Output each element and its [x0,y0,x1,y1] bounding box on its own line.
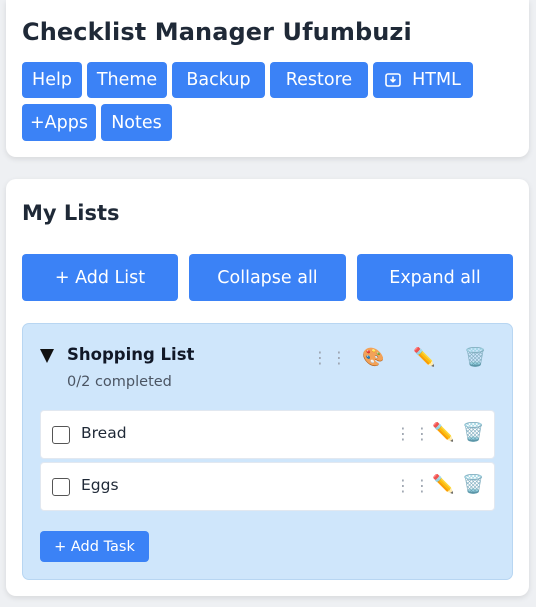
apps-button[interactable]: +Apps [22,104,96,141]
list-panel-shopping: Shopping List 0/2 completed ⋮⋮ 🎨 ✏️ 🗑️ B… [22,323,513,580]
task-label: Eggs [81,476,119,494]
expand-all-button[interactable]: Expand all [357,254,513,301]
drag-handle-icon[interactable]: ⋮⋮ [312,348,350,367]
task-checkbox[interactable] [52,478,70,496]
notes-button[interactable]: Notes [101,104,172,141]
task-label: Bread [81,424,127,442]
app-title: Checklist Manager Ufumbuzi [22,18,412,46]
download-icon [385,73,401,87]
pencil-icon[interactable]: ✏️ [432,424,454,442]
backup-button[interactable]: Backup [172,62,265,98]
trash-icon[interactable]: 🗑️ [462,476,484,494]
palette-icon[interactable]: 🎨 [362,349,384,367]
add-task-button[interactable]: + Add Task [40,531,149,562]
html-export-button[interactable]: HTML [373,62,473,98]
collapse-arrow-icon[interactable] [40,349,54,363]
task-row: Eggs ⋮⋮ ✏️ 🗑️ [40,462,495,511]
trash-icon[interactable]: 🗑️ [462,424,484,442]
html-export-label: HTML [412,70,461,90]
add-list-button[interactable]: + Add List [22,254,178,301]
restore-button[interactable]: Restore [270,62,368,98]
lists-card: My Lists + Add List Collapse all Expand … [6,179,529,596]
task-checkbox[interactable] [52,426,70,444]
collapse-all-button[interactable]: Collapse all [189,254,346,301]
trash-icon[interactable]: 🗑️ [464,349,486,367]
help-button[interactable]: Help [22,62,82,98]
list-name: Shopping List [67,345,195,364]
drag-handle-icon[interactable]: ⋮⋮ [395,424,433,443]
pencil-icon[interactable]: ✏️ [413,349,435,367]
drag-handle-icon[interactable]: ⋮⋮ [395,476,433,495]
pencil-icon[interactable]: ✏️ [432,476,454,494]
list-progress: 0/2 completed [67,374,172,390]
task-row: Bread ⋮⋮ ✏️ 🗑️ [40,410,495,459]
section-title: My Lists [22,201,120,225]
header-card: Checklist Manager Ufumbuzi Help Theme Ba… [6,0,529,157]
theme-button[interactable]: Theme [87,62,167,98]
